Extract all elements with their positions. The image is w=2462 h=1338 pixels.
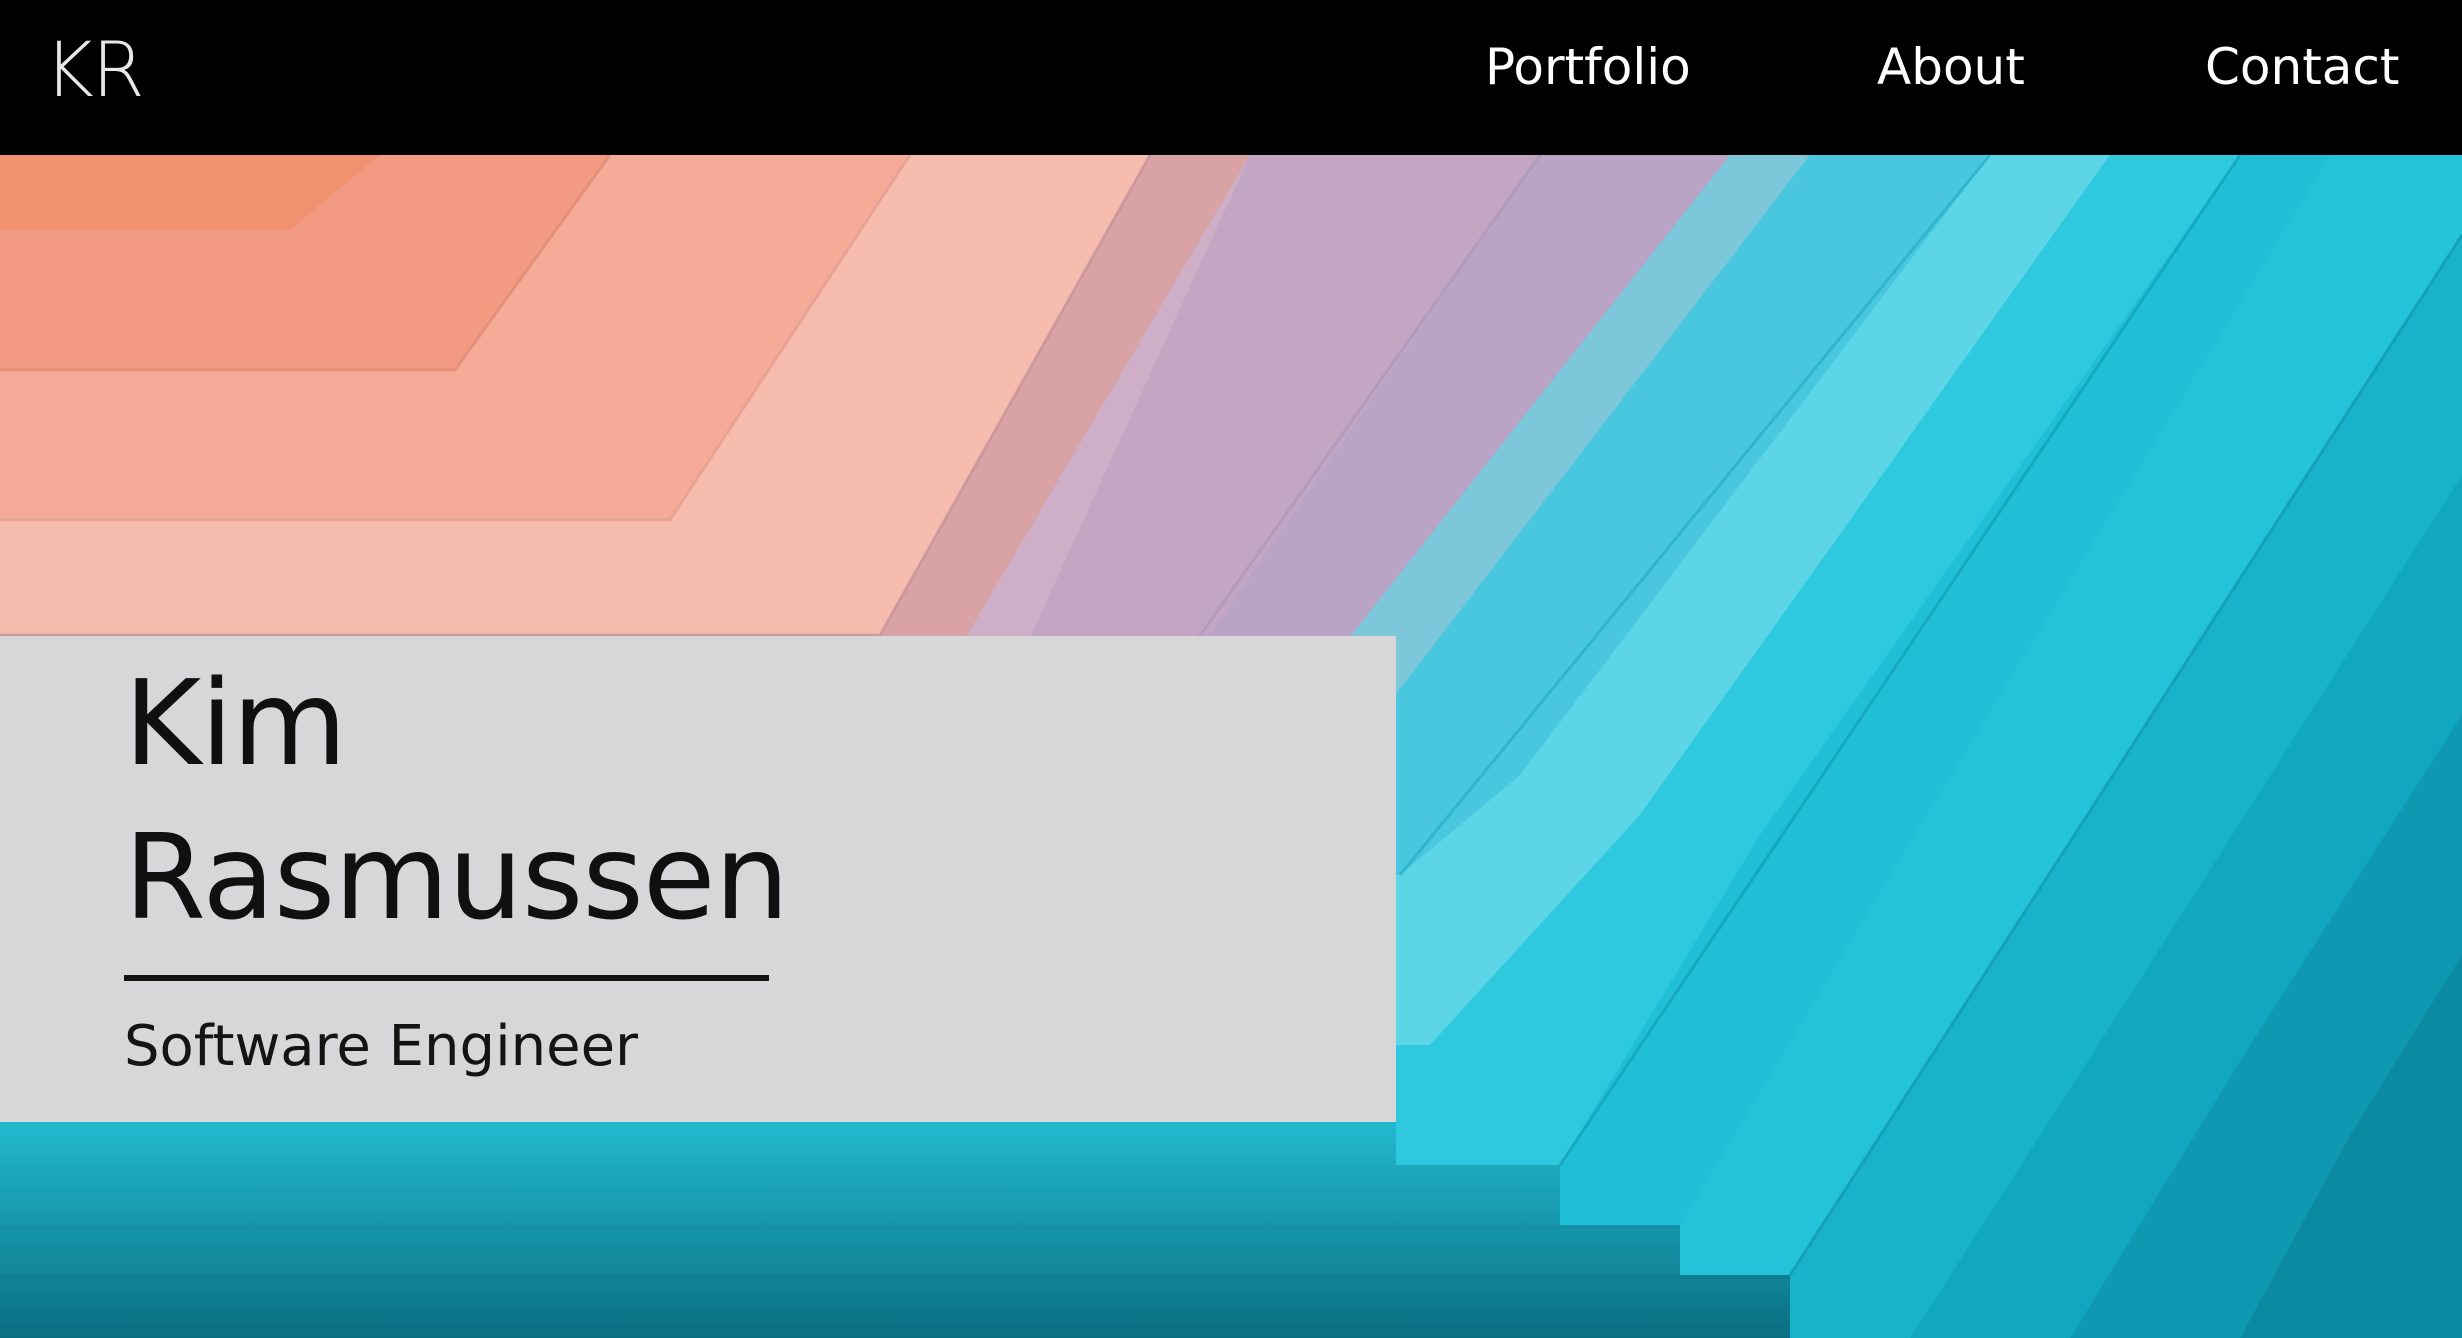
name-last: Rasmussen <box>124 808 789 946</box>
name-card: Kim Rasmussen Software Engineer <box>0 636 1396 1122</box>
name-divider <box>124 975 769 981</box>
role-subtitle: Software Engineer <box>124 1014 639 1079</box>
nav-link-contact[interactable]: Contact <box>2205 32 2400 102</box>
logo[interactable]: KR <box>44 24 145 116</box>
nav-link-portfolio[interactable]: Portfolio <box>1485 32 1691 102</box>
nav-link-about[interactable]: About <box>1877 32 2025 102</box>
name-first: Kim <box>124 654 347 792</box>
top-navbar: KR Portfolio About Contact <box>0 0 2462 155</box>
